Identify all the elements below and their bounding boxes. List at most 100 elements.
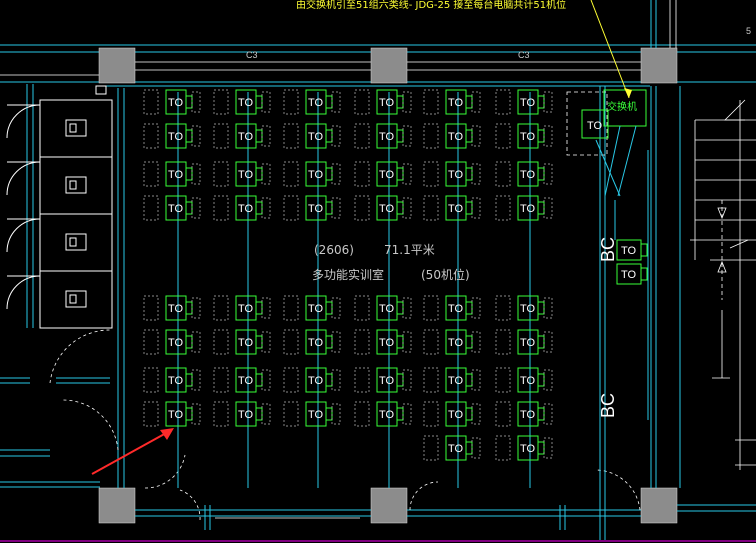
chair-outline xyxy=(191,403,201,425)
desk-outline xyxy=(423,367,439,393)
chair-outline xyxy=(543,331,553,353)
desk-outline xyxy=(354,89,370,115)
workstation: TO xyxy=(283,401,341,427)
outlet-label: TO xyxy=(520,131,536,143)
chair-outline xyxy=(191,331,201,353)
restroom-stalls xyxy=(6,84,113,329)
outlet-label: TO xyxy=(520,409,536,421)
desk-outline xyxy=(283,161,299,187)
room-name: 多功能实训室 xyxy=(312,267,384,282)
outlet-tab xyxy=(537,201,545,215)
outlet-label: TO xyxy=(168,203,184,215)
outlet-tab xyxy=(185,301,193,315)
workstation: TO xyxy=(423,195,481,221)
chair-outline xyxy=(261,91,271,113)
chair-outline xyxy=(402,331,412,353)
column xyxy=(370,487,408,524)
outlet-tab xyxy=(255,167,263,181)
left-corridor xyxy=(0,88,125,488)
workstation: TO xyxy=(354,401,412,427)
desk-outline xyxy=(495,89,511,115)
chair-outline xyxy=(191,91,201,113)
outlet-tab xyxy=(325,95,333,109)
switch-outlet-label: TO xyxy=(587,120,603,132)
chair-outline xyxy=(191,163,201,185)
red-annotation-arrow xyxy=(91,431,169,475)
chair-outline xyxy=(471,197,481,219)
workstation: TO xyxy=(423,161,481,187)
outlet-tab xyxy=(396,201,404,215)
chair-outline xyxy=(261,297,271,319)
outlet-tab xyxy=(325,407,333,421)
outlet-tab xyxy=(465,167,473,181)
outlet-tab xyxy=(255,201,263,215)
workstation: TO xyxy=(354,123,412,149)
desk-outline xyxy=(495,367,511,393)
chair-outline xyxy=(261,369,271,391)
chair-outline xyxy=(402,163,412,185)
wall-outlets: TO TO xyxy=(614,150,649,420)
outlet-label: TO xyxy=(308,203,324,215)
outlet-label: TO xyxy=(379,337,395,349)
outlet-label: TO xyxy=(379,203,395,215)
chair-outline xyxy=(261,125,271,147)
desk-outline xyxy=(423,435,439,461)
outlet-tab xyxy=(185,129,193,143)
outlet-tab xyxy=(537,129,545,143)
switch-area: TO 交换机 xyxy=(566,89,647,197)
outlet-label: TO xyxy=(520,169,536,181)
workstation: TO xyxy=(354,329,412,355)
desk-outline xyxy=(283,195,299,221)
workstation: TO xyxy=(213,401,271,427)
switch-label: 交换机 xyxy=(607,100,637,113)
outlet-tab xyxy=(325,167,333,181)
workstation: TO xyxy=(213,161,271,187)
room-area: 71.1平米 xyxy=(384,243,435,257)
desk-outline xyxy=(495,401,511,427)
outlet-label: TO xyxy=(168,337,184,349)
outlet-label: TO xyxy=(520,337,536,349)
desk-outline xyxy=(143,89,159,115)
desk-outline xyxy=(213,123,229,149)
room-code: (2606) xyxy=(314,243,354,257)
workstation: TO xyxy=(495,401,553,427)
outlet-label: TO xyxy=(448,375,464,387)
desk-outline xyxy=(354,329,370,355)
workstation: TO xyxy=(143,161,201,187)
outlet-tab xyxy=(465,301,473,315)
chair-outline xyxy=(471,331,481,353)
workstation: TO xyxy=(283,367,341,393)
outlet-label: TO xyxy=(520,375,536,387)
outlet-label: TO xyxy=(448,337,464,349)
desk-outline xyxy=(423,329,439,355)
desk-outline xyxy=(495,195,511,221)
chair-outline xyxy=(543,403,553,425)
desk-outline xyxy=(213,401,229,427)
outlet-tab xyxy=(537,441,545,455)
chair-outline xyxy=(471,297,481,319)
desk-outline xyxy=(143,123,159,149)
outlet-label: TO xyxy=(379,131,395,143)
desk-outline xyxy=(354,161,370,187)
outlet-tab xyxy=(537,407,545,421)
desk-outline xyxy=(283,295,299,321)
outlet-tab xyxy=(325,129,333,143)
workstation: TO xyxy=(143,367,201,393)
outlet-label: TO xyxy=(379,169,395,181)
outlet-label: TO xyxy=(168,169,184,181)
desk-outline xyxy=(423,295,439,321)
outlet-label: TO xyxy=(168,409,184,421)
chair-outline xyxy=(543,91,553,113)
desk-outline xyxy=(495,161,511,187)
desk-outline xyxy=(213,367,229,393)
chair-outline xyxy=(471,403,481,425)
chair-outline xyxy=(261,403,271,425)
outlet-label: TO xyxy=(520,303,536,315)
outlet-tab xyxy=(185,335,193,349)
chair-outline xyxy=(471,163,481,185)
desk-outline xyxy=(495,295,511,321)
desk-outline xyxy=(354,367,370,393)
workstation: TO xyxy=(213,295,271,321)
chair-outline xyxy=(261,163,271,185)
wall-outlet-label: TO xyxy=(621,269,637,281)
